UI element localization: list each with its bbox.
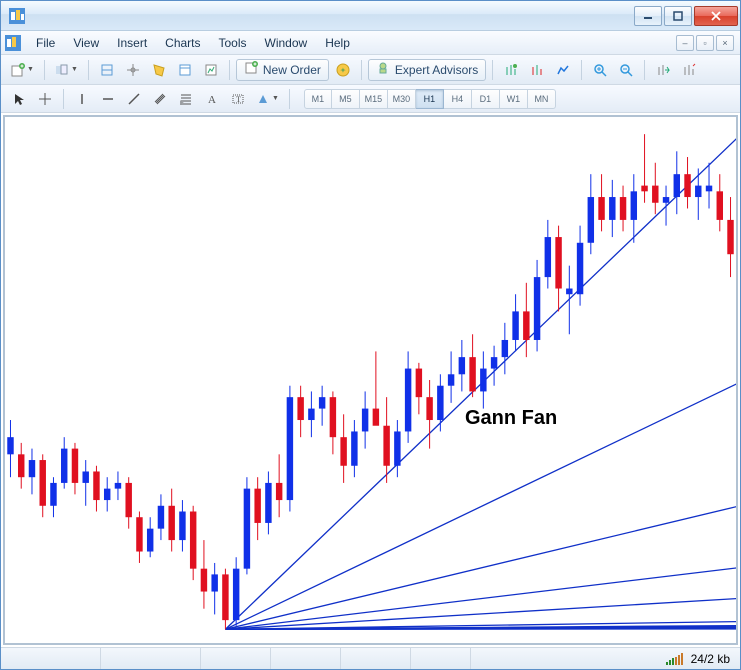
separator (63, 89, 64, 109)
market-watch-button[interactable] (95, 59, 119, 81)
timeframe-m15[interactable]: M15 (360, 89, 388, 109)
new-order-label: New Order (263, 63, 321, 77)
timeframe-m1[interactable]: M1 (304, 89, 332, 109)
status-cell-3 (201, 648, 271, 669)
templates-button[interactable] (551, 59, 575, 81)
timeframe-mn[interactable]: MN (528, 89, 556, 109)
menu-help[interactable]: Help (316, 33, 359, 53)
expert-advisors-label: Expert Advisors (395, 63, 478, 77)
status-cell-6 (411, 648, 471, 669)
status-cell-1 (1, 648, 101, 669)
menu-window[interactable]: Window (256, 33, 317, 53)
strategy-tester-button[interactable] (199, 59, 223, 81)
timeframe-d1[interactable]: D1 (472, 89, 500, 109)
titlebar (1, 1, 740, 31)
document-icon (5, 35, 21, 51)
timeframe-m5[interactable]: M5 (332, 89, 360, 109)
close-button[interactable] (694, 6, 738, 26)
svg-text:A: A (208, 94, 216, 106)
transfer-label: 24/2 kb (691, 652, 730, 666)
autoscroll-button[interactable] (651, 59, 675, 81)
title-left (9, 8, 31, 24)
window-controls (634, 6, 738, 26)
profiles-button[interactable]: ▼ (51, 59, 82, 81)
mdi-controls: – ▫ × (676, 35, 734, 51)
status-cell-2 (101, 648, 201, 669)
navigator-button[interactable] (121, 59, 145, 81)
trendline-button[interactable] (122, 88, 146, 110)
timeframe-group: M1 M5 M15 M30 H1 H4 D1 W1 MN (304, 89, 556, 109)
statusbar: 24/2 kb (1, 647, 740, 669)
zoom-in-button[interactable] (588, 59, 612, 81)
indicators-button[interactable] (499, 59, 523, 81)
svg-text:T: T (236, 95, 241, 104)
timeframe-m30[interactable]: M30 (388, 89, 416, 109)
new-order-button[interactable]: New Order (236, 59, 329, 81)
status-cell-4 (271, 648, 341, 669)
data-window-button[interactable] (147, 59, 171, 81)
new-chart-button[interactable]: ▼ (7, 59, 38, 81)
zoom-out-button[interactable] (614, 59, 638, 81)
separator (44, 60, 45, 80)
menu-file[interactable]: File (27, 33, 64, 53)
svg-text:F: F (180, 101, 184, 106)
new-order-icon (244, 61, 258, 78)
text-button[interactable]: A (200, 88, 224, 110)
status-cell-5 (341, 648, 411, 669)
chart-area[interactable]: Gann Fan (3, 115, 738, 645)
periodicity-button[interactable] (525, 59, 549, 81)
menu-insert[interactable]: Insert (108, 33, 156, 53)
gann-fan-label: Gann Fan (465, 407, 557, 430)
expert-advisors-icon (376, 61, 390, 78)
main-toolbar: ▼ ▼ New Order ✦ Expert Advisors (1, 55, 740, 85)
mdi-minimize-button[interactable]: – (676, 35, 694, 51)
separator (361, 60, 362, 80)
menu-charts[interactable]: Charts (156, 33, 209, 53)
separator (492, 60, 493, 80)
separator (581, 60, 582, 80)
vertical-line-button[interactable] (70, 88, 94, 110)
terminal-button[interactable] (173, 59, 197, 81)
maximize-button[interactable] (664, 6, 692, 26)
shapes-button[interactable]: ▼ (252, 88, 283, 110)
cursor-button[interactable] (7, 88, 31, 110)
mdi-restore-button[interactable]: ▫ (696, 35, 714, 51)
horizontal-line-button[interactable] (96, 88, 120, 110)
separator (289, 89, 290, 109)
mdi-close-button[interactable]: × (716, 35, 734, 51)
metaquotes-button[interactable]: ✦ (331, 59, 355, 81)
svg-text:✦: ✦ (340, 66, 347, 75)
fibonacci-button[interactable]: F (174, 88, 198, 110)
status-right: 24/2 kb (666, 652, 740, 666)
candlestick-chart (5, 117, 736, 643)
crosshair-button[interactable] (33, 88, 57, 110)
timeframe-w1[interactable]: W1 (500, 89, 528, 109)
menu-tools[interactable]: Tools (210, 33, 256, 53)
separator (644, 60, 645, 80)
minimize-button[interactable] (634, 6, 662, 26)
separator (229, 60, 230, 80)
timeframe-h4[interactable]: H4 (444, 89, 472, 109)
expert-advisors-button[interactable]: Expert Advisors (368, 59, 486, 81)
menubar: File View Insert Charts Tools Window Hel… (1, 31, 740, 55)
app-icon (9, 8, 25, 24)
drawing-toolbar: F A T ▼ M1 M5 M15 M30 H1 H4 D1 W1 MN (1, 85, 740, 113)
chart-shift-button[interactable] (677, 59, 701, 81)
timeframe-h1[interactable]: H1 (416, 89, 444, 109)
text-label-button[interactable]: T (226, 88, 250, 110)
separator (88, 60, 89, 80)
channel-button[interactable] (148, 88, 172, 110)
connection-signal-icon (666, 653, 683, 665)
menu-view[interactable]: View (64, 33, 108, 53)
